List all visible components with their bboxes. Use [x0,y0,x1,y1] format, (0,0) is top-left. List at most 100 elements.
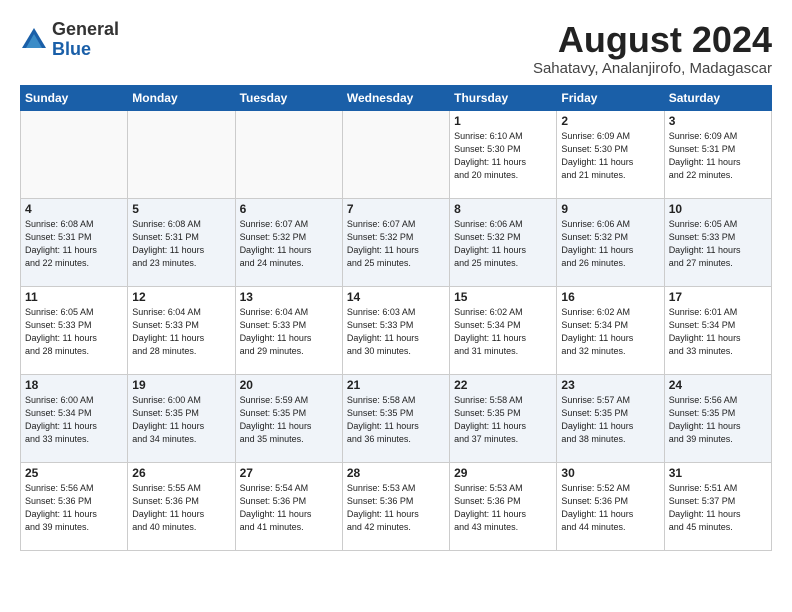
day-number: 26 [132,466,230,480]
calendar-header: Sunday Monday Tuesday Wednesday Thursday… [21,85,772,110]
day-info: Sunrise: 6:08 AM Sunset: 5:31 PM Dayligh… [25,218,123,270]
location-text: Sahatavy, Analanjirofo, Madagascar [533,60,772,77]
day-info: Sunrise: 6:00 AM Sunset: 5:35 PM Dayligh… [132,394,230,446]
calendar-table: Sunday Monday Tuesday Wednesday Thursday… [20,85,772,551]
calendar-cell-1-4 [342,110,449,198]
calendar-cell-3-1: 11 Sunrise: 6:05 AM Sunset: 5:33 PM Dayli… [21,286,128,374]
day-info: Sunrise: 6:05 AM Sunset: 5:33 PM Dayligh… [669,218,767,270]
day-info: Sunrise: 6:08 AM Sunset: 5:31 PM Dayligh… [132,218,230,270]
calendar-cell-4-1: 18Sunrise: 6:00 AM Sunset: 5:34 PM Dayli… [21,374,128,462]
week-row-3: 11 Sunrise: 6:05 AM Sunset: 5:33 PM Dayli… [21,286,772,374]
day-info: Sunrise: 6:06 AM Sunset: 5:32 PM Dayligh… [561,218,659,270]
calendar-cell-4-4: 21 Sunrise: 5:58 AM Sunset: 5:35 PM Dayli… [342,374,449,462]
day-number: 7 [347,202,445,216]
day-number: 16 [561,290,659,304]
day-info: Sunrise: 5:56 AM Sunset: 5:35 PM Dayligh… [669,394,767,446]
calendar-cell-1-7: 3Sunrise: 6:09 AM Sunset: 5:31 PM Daylig… [664,110,771,198]
calendar-cell-2-7: 10 Sunrise: 6:05 AM Sunset: 5:33 PM Dayli… [664,198,771,286]
calendar-cell-1-6: 2 Sunrise: 6:09 AM Sunset: 5:30 PM Daylig… [557,110,664,198]
week-row-4: 18Sunrise: 6:00 AM Sunset: 5:34 PM Dayli… [21,374,772,462]
calendar-cell-3-3: 13 Sunrise: 6:04 AM Sunset: 5:33 PM Dayli… [235,286,342,374]
day-number: 5 [132,202,230,216]
calendar-cell-5-7: 31 Sunrise: 5:51 AM Sunset: 5:37 PM Dayli… [664,462,771,550]
calendar-cell-5-5: 29 Sunrise: 5:53 AM Sunset: 5:36 PM Dayli… [450,462,557,550]
header-saturday: Saturday [664,85,771,110]
day-info: Sunrise: 5:56 AM Sunset: 5:36 PM Dayligh… [25,482,123,534]
calendar-cell-2-3: 6 Sunrise: 6:07 AM Sunset: 5:32 PM Daylig… [235,198,342,286]
header-monday: Monday [128,85,235,110]
day-info: Sunrise: 6:05 AM Sunset: 5:33 PM Dayligh… [25,306,123,358]
logo-blue-text: Blue [52,40,119,60]
day-info: Sunrise: 6:06 AM Sunset: 5:32 PM Dayligh… [454,218,552,270]
header-wednesday: Wednesday [342,85,449,110]
day-number: 15 [454,290,552,304]
logo-icon [20,26,48,54]
day-number: 24 [669,378,767,392]
day-info: Sunrise: 6:02 AM Sunset: 5:34 PM Dayligh… [454,306,552,358]
day-info: Sunrise: 6:07 AM Sunset: 5:32 PM Dayligh… [347,218,445,270]
day-info: Sunrise: 6:07 AM Sunset: 5:32 PM Dayligh… [240,218,338,270]
day-number: 8 [454,202,552,216]
day-number: 25 [25,466,123,480]
day-info: Sunrise: 5:51 AM Sunset: 5:37 PM Dayligh… [669,482,767,534]
day-info: Sunrise: 6:04 AM Sunset: 5:33 PM Dayligh… [132,306,230,358]
calendar-cell-4-6: 23Sunrise: 5:57 AM Sunset: 5:35 PM Dayli… [557,374,664,462]
calendar-cell-5-1: 25 Sunrise: 5:56 AM Sunset: 5:36 PM Dayli… [21,462,128,550]
day-info: Sunrise: 5:58 AM Sunset: 5:35 PM Dayligh… [347,394,445,446]
page: General Blue August 2024 Sahatavy, Anala… [0,0,792,561]
day-number: 23 [561,378,659,392]
calendar-cell-4-2: 19 Sunrise: 6:00 AM Sunset: 5:35 PM Dayli… [128,374,235,462]
day-number: 11 [25,290,123,304]
month-year-title: August 2024 [533,20,772,60]
calendar-cell-2-1: 4 Sunrise: 6:08 AM Sunset: 5:31 PM Daylig… [21,198,128,286]
day-number: 9 [561,202,659,216]
day-number: 2 [561,114,659,128]
day-info: Sunrise: 6:09 AM Sunset: 5:30 PM Dayligh… [561,130,659,182]
title-area: August 2024 Sahatavy, Analanjirofo, Mada… [533,20,772,77]
day-info: Sunrise: 5:52 AM Sunset: 5:36 PM Dayligh… [561,482,659,534]
header-tuesday: Tuesday [235,85,342,110]
header: General Blue August 2024 Sahatavy, Anala… [20,20,772,77]
calendar-cell-3-2: 12 Sunrise: 6:04 AM Sunset: 5:33 PM Dayli… [128,286,235,374]
calendar-cell-2-4: 7 Sunrise: 6:07 AM Sunset: 5:32 PM Daylig… [342,198,449,286]
calendar-cell-2-2: 5 Sunrise: 6:08 AM Sunset: 5:31 PM Daylig… [128,198,235,286]
calendar-cell-2-6: 9 Sunrise: 6:06 AM Sunset: 5:32 PM Daylig… [557,198,664,286]
day-number: 31 [669,466,767,480]
calendar-cell-3-5: 15 Sunrise: 6:02 AM Sunset: 5:34 PM Dayli… [450,286,557,374]
day-number: 14 [347,290,445,304]
day-info: Sunrise: 5:55 AM Sunset: 5:36 PM Dayligh… [132,482,230,534]
day-info: Sunrise: 6:09 AM Sunset: 5:31 PM Dayligh… [669,130,767,182]
calendar-cell-3-7: 17Sunrise: 6:01 AM Sunset: 5:34 PM Dayli… [664,286,771,374]
day-number: 4 [25,202,123,216]
logo-text: General Blue [52,20,119,60]
calendar-cell-4-5: 22Sunrise: 5:58 AM Sunset: 5:35 PM Dayli… [450,374,557,462]
logo: General Blue [20,20,119,60]
day-number: 19 [132,378,230,392]
day-number: 13 [240,290,338,304]
day-number: 30 [561,466,659,480]
calendar-cell-2-5: 8 Sunrise: 6:06 AM Sunset: 5:32 PM Daylig… [450,198,557,286]
header-row: Sunday Monday Tuesday Wednesday Thursday… [21,85,772,110]
week-row-5: 25 Sunrise: 5:56 AM Sunset: 5:36 PM Dayli… [21,462,772,550]
header-sunday: Sunday [21,85,128,110]
day-info: Sunrise: 6:01 AM Sunset: 5:34 PM Dayligh… [669,306,767,358]
day-number: 27 [240,466,338,480]
day-info: Sunrise: 6:10 AM Sunset: 5:30 PM Dayligh… [454,130,552,182]
calendar-cell-5-6: 30 Sunrise: 5:52 AM Sunset: 5:36 PM Dayli… [557,462,664,550]
day-info: Sunrise: 6:03 AM Sunset: 5:33 PM Dayligh… [347,306,445,358]
day-info: Sunrise: 6:00 AM Sunset: 5:34 PM Dayligh… [25,394,123,446]
day-number: 1 [454,114,552,128]
day-info: Sunrise: 5:53 AM Sunset: 5:36 PM Dayligh… [454,482,552,534]
calendar-cell-3-6: 16Sunrise: 6:02 AM Sunset: 5:34 PM Dayli… [557,286,664,374]
calendar-cell-4-3: 20Sunrise: 5:59 AM Sunset: 5:35 PM Dayli… [235,374,342,462]
day-number: 6 [240,202,338,216]
calendar-body: 1 Sunrise: 6:10 AM Sunset: 5:30 PM Daylig… [21,110,772,550]
day-number: 29 [454,466,552,480]
day-number: 21 [347,378,445,392]
day-info: Sunrise: 6:04 AM Sunset: 5:33 PM Dayligh… [240,306,338,358]
day-number: 12 [132,290,230,304]
calendar-cell-1-3 [235,110,342,198]
calendar-cell-1-1 [21,110,128,198]
day-number: 10 [669,202,767,216]
day-info: Sunrise: 5:53 AM Sunset: 5:36 PM Dayligh… [347,482,445,534]
